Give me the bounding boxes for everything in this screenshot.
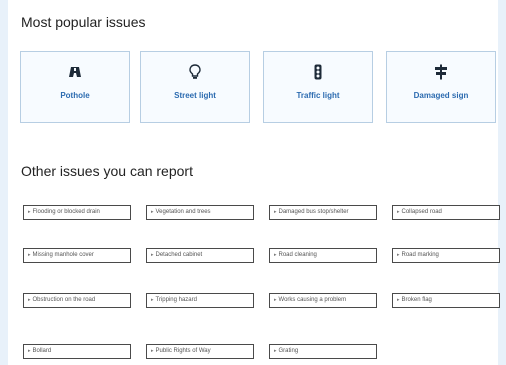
tile-label: Street light xyxy=(174,91,216,100)
chevron-right-icon: ▸ xyxy=(28,348,31,354)
issue-link-label: Detached cabinet xyxy=(155,252,203,258)
chevron-right-icon: ▸ xyxy=(151,348,154,354)
car-icon xyxy=(69,67,81,77)
popular-issues-row: Pothole Street light Traffic light Damag… xyxy=(20,51,496,125)
chevron-right-icon: ▸ xyxy=(274,297,277,303)
issue-link[interactable]: ▸ Detached cabinet xyxy=(146,248,254,263)
issue-link-label: Missing manhole cover xyxy=(32,252,94,258)
tile-street-light[interactable]: Street light xyxy=(140,51,250,123)
chevron-right-icon: ▸ xyxy=(28,297,31,303)
issue-link-label: Road cleaning xyxy=(278,252,317,258)
signpost-icon xyxy=(435,64,447,80)
issue-link-label: Works causing a problem xyxy=(278,297,347,303)
chevron-right-icon: ▸ xyxy=(397,297,400,303)
report-panel: Most popular issues Pothole Street light xyxy=(8,0,500,365)
other-issues-list: ▸ Flooding or blocked drain ▸ Vegetation a… xyxy=(23,205,500,365)
issue-link[interactable]: ▸ Works causing a problem xyxy=(269,293,377,308)
issue-link-label: Obstruction on the road xyxy=(32,297,96,303)
issue-link[interactable]: ▸ Grating xyxy=(269,344,377,359)
chevron-right-icon: ▸ xyxy=(274,252,277,258)
issue-link-label: Broken flag xyxy=(401,297,432,303)
issue-link[interactable]: ▸ Collapsed road xyxy=(392,205,500,220)
lightbulb-icon xyxy=(189,64,201,79)
tile-label: Pothole xyxy=(60,91,90,100)
issue-link[interactable]: ▸ Flooding or blocked drain xyxy=(23,205,131,220)
issue-link[interactable]: ▸ Missing manhole cover xyxy=(23,248,131,263)
issue-link[interactable]: ▸ Public Rights of Way xyxy=(146,344,254,359)
issue-link[interactable]: ▸ Broken flag xyxy=(392,293,500,308)
issue-link[interactable]: ▸ Road marking xyxy=(392,248,500,263)
popular-issues-heading: Most popular issues xyxy=(21,14,146,30)
issue-link-label: Vegetation and trees xyxy=(155,209,211,215)
issue-link-label: Bollard xyxy=(32,348,52,354)
issue-link-label: Public Rights of Way xyxy=(155,348,211,354)
tile-traffic-light[interactable]: Traffic light xyxy=(263,51,373,123)
issue-link[interactable]: ▸ Obstruction on the road xyxy=(23,293,131,308)
issue-link-label: Flooding or blocked drain xyxy=(32,209,100,215)
issue-link-label: Grating xyxy=(278,348,299,354)
tile-damaged-sign[interactable]: Damaged sign xyxy=(386,51,496,123)
chevron-right-icon: ▸ xyxy=(397,209,400,215)
chevron-right-icon: ▸ xyxy=(151,252,154,258)
issue-link[interactable]: ▸ Damaged bus stop/shelter xyxy=(269,205,377,220)
chevron-right-icon: ▸ xyxy=(28,209,31,215)
chevron-right-icon: ▸ xyxy=(28,252,31,258)
other-issues-heading: Other issues you can report xyxy=(21,163,193,179)
chevron-right-icon: ▸ xyxy=(397,252,400,258)
tile-label: Traffic light xyxy=(296,91,340,100)
issue-link[interactable]: ▸ Vegetation and trees xyxy=(146,205,254,220)
issue-link[interactable]: ▸ Tripping hazard xyxy=(146,293,254,308)
chevron-right-icon: ▸ xyxy=(274,348,277,354)
issue-link-label: Road marking xyxy=(401,252,439,258)
issue-link[interactable]: ▸ Bollard xyxy=(23,344,131,359)
issue-link[interactable]: ▸ Road cleaning xyxy=(269,248,377,263)
tile-label: Damaged sign xyxy=(413,91,469,100)
chevron-right-icon: ▸ xyxy=(151,297,154,303)
issue-link-label: Damaged bus stop/shelter xyxy=(278,209,349,215)
chevron-right-icon: ▸ xyxy=(274,209,277,215)
chevron-right-icon: ▸ xyxy=(151,209,154,215)
tile-pothole[interactable]: Pothole xyxy=(20,51,130,123)
issue-link-label: Tripping hazard xyxy=(155,297,197,303)
issue-link-label: Collapsed road xyxy=(401,209,442,215)
traffic-light-icon xyxy=(314,64,322,80)
